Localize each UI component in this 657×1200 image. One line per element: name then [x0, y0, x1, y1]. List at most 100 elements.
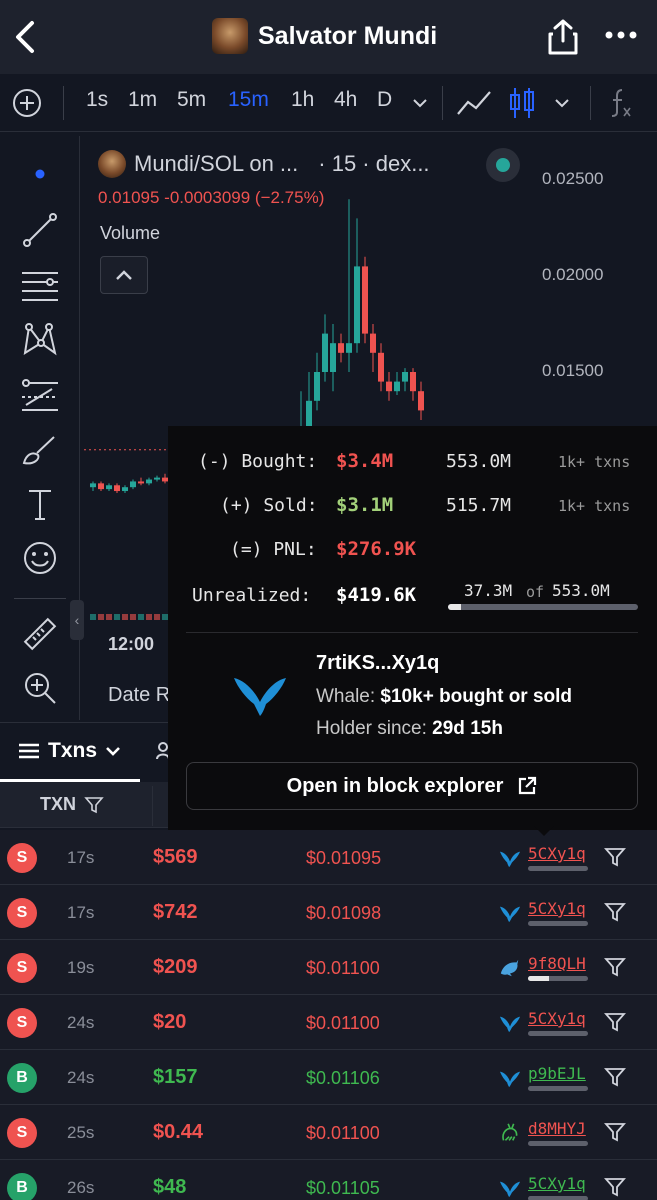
table-row[interactable]: S 24s $20 $0.01100 5CXy1q: [0, 995, 657, 1050]
back-button[interactable]: [10, 18, 40, 56]
whale-icon: [499, 1016, 521, 1033]
add-indicator-button[interactable]: [12, 88, 42, 123]
candle-body: [90, 483, 96, 488]
emoji-tool[interactable]: [18, 536, 62, 580]
table-row[interactable]: B 26s $48 $0.01105 5CXy1q: [0, 1160, 657, 1200]
filter-icon[interactable]: [604, 1176, 626, 1198]
more-options-button[interactable]: [604, 22, 638, 52]
volume-bar: [106, 614, 112, 620]
cursor-tool[interactable]: [18, 152, 62, 196]
horizontal-lines-icon: [22, 272, 58, 301]
txn-usd-value: $209: [153, 956, 198, 978]
chart-type-dropdown[interactable]: [554, 96, 570, 114]
txn-age: 19s: [67, 958, 95, 977]
filter-icon[interactable]: [604, 956, 626, 978]
interval-5m[interactable]: 5m: [177, 88, 206, 112]
brush-tool[interactable]: [18, 428, 62, 472]
candle-body: [330, 343, 336, 372]
candlestick-icon: [510, 88, 534, 118]
sell-badge: S: [7, 953, 37, 983]
fib-tool[interactable]: [18, 264, 62, 308]
maker-holding-bar: [528, 1196, 588, 1200]
txn-age: 17s: [67, 848, 95, 867]
chevron-down-icon: [555, 99, 569, 108]
volume-bar: [90, 614, 96, 620]
maker-address[interactable]: 5CXy1q: [528, 844, 586, 863]
filter-icon[interactable]: [604, 846, 626, 868]
market-status-indicator[interactable]: [486, 148, 520, 182]
whale-icon: [499, 1071, 521, 1088]
candle-chart-type-button[interactable]: [508, 86, 536, 125]
buy-badge: B: [7, 1173, 37, 1200]
txn-price: $0.01095: [306, 848, 382, 868]
maker-address[interactable]: d8MHYJ: [528, 1119, 586, 1138]
filter-icon[interactable]: [604, 1011, 626, 1033]
interval-1d[interactable]: D: [377, 88, 392, 112]
holder-since: Holder since: 29d 15h: [316, 718, 503, 740]
date-range-button[interactable]: Date R: [108, 684, 170, 707]
line-chart-type-button[interactable]: [456, 88, 492, 123]
interval-1s[interactable]: 1s: [86, 88, 108, 112]
filter-icon[interactable]: [604, 1066, 626, 1088]
explorer-button-label: Open in block explorer: [286, 774, 504, 797]
interval-source-label: · 15 · dex...: [318, 151, 430, 176]
page-title: Salvator Mundi: [258, 21, 438, 50]
interval-1h[interactable]: 1h: [291, 88, 314, 112]
zoom-tool[interactable]: [18, 666, 62, 710]
token-avatar: [212, 18, 248, 54]
whale-label: Whale:: [316, 686, 376, 707]
txn-price: $0.01100: [306, 1123, 380, 1143]
projection-tool[interactable]: [18, 374, 62, 418]
pattern-tool[interactable]: [18, 318, 62, 362]
volume-bar: [114, 614, 120, 620]
table-row[interactable]: S 19s $209 $0.01100 9f8QLH: [0, 940, 657, 995]
text-tool[interactable]: [18, 482, 62, 526]
maker-address[interactable]: 9f8QLH: [528, 954, 586, 973]
bought-amount: 553.0M: [446, 451, 512, 472]
volume-label: Volume: [100, 223, 161, 243]
interval-1m[interactable]: 1m: [128, 88, 157, 112]
table-row[interactable]: S 25s $0.44 $0.01100 d8MHYJ: [0, 1105, 657, 1160]
trend-line-tool[interactable]: [18, 208, 62, 252]
share-button[interactable]: [546, 18, 580, 56]
filter-icon[interactable]: [604, 1121, 626, 1143]
table-row[interactable]: S 17s $569 $0.01095 5CXy1q: [0, 830, 657, 885]
toolbar-collapse-handle[interactable]: ‹: [70, 600, 84, 640]
candle-body: [394, 381, 400, 392]
table-row[interactable]: S 17s $742 $0.01098 5CXy1q: [0, 885, 657, 940]
popup-divider: [186, 632, 638, 633]
volume-bar: [146, 614, 152, 620]
list-icon: [19, 743, 39, 759]
top-nav-bar: Salvator Mundi: [0, 0, 657, 74]
tab-txns[interactable]: Txns: [18, 739, 121, 763]
maker-address[interactable]: p9bEJL: [528, 1064, 586, 1083]
tab-holders[interactable]: [155, 741, 170, 767]
open-block-explorer-button[interactable]: Open in block explorer: [186, 762, 638, 810]
collapse-legend-button[interactable]: [100, 256, 148, 294]
maker-address[interactable]: 5CXy1q: [528, 899, 586, 918]
volume-bar: [98, 614, 104, 620]
measure-tool[interactable]: [18, 612, 62, 656]
indicators-button[interactable]: [608, 86, 634, 125]
sell-badge: S: [7, 1118, 37, 1148]
table-row[interactable]: B 24s $157 $0.01106 p9bEJL: [0, 1050, 657, 1105]
interval-dropdown[interactable]: [412, 96, 428, 114]
filter-icon[interactable]: [604, 901, 626, 923]
txn-price: $0.01106: [306, 1068, 380, 1088]
share-icon: [548, 19, 578, 55]
interval-15m[interactable]: 15m: [228, 88, 269, 112]
holding-progress-bar: [448, 604, 638, 610]
sold-amount: 515.7M: [446, 495, 512, 516]
maker-address[interactable]: 5CXy1q: [528, 1174, 586, 1193]
candle-body: [154, 477, 160, 480]
price-tick: 0.01500: [542, 361, 604, 380]
interval-4h[interactable]: 4h: [334, 88, 357, 112]
txn-column-header[interactable]: TXN: [40, 794, 104, 815]
chevron-left-icon: ‹: [74, 612, 80, 628]
holding-total: 553.0M: [552, 581, 610, 600]
pnl-label: (=) PNL:: [230, 539, 317, 560]
whale-icon: [499, 1181, 521, 1198]
ohlc-readout: 0.01095 -0.0003099 (−2.75%): [98, 188, 325, 207]
txn-usd-value: $742: [153, 901, 198, 923]
maker-address[interactable]: 5CXy1q: [528, 1009, 586, 1028]
